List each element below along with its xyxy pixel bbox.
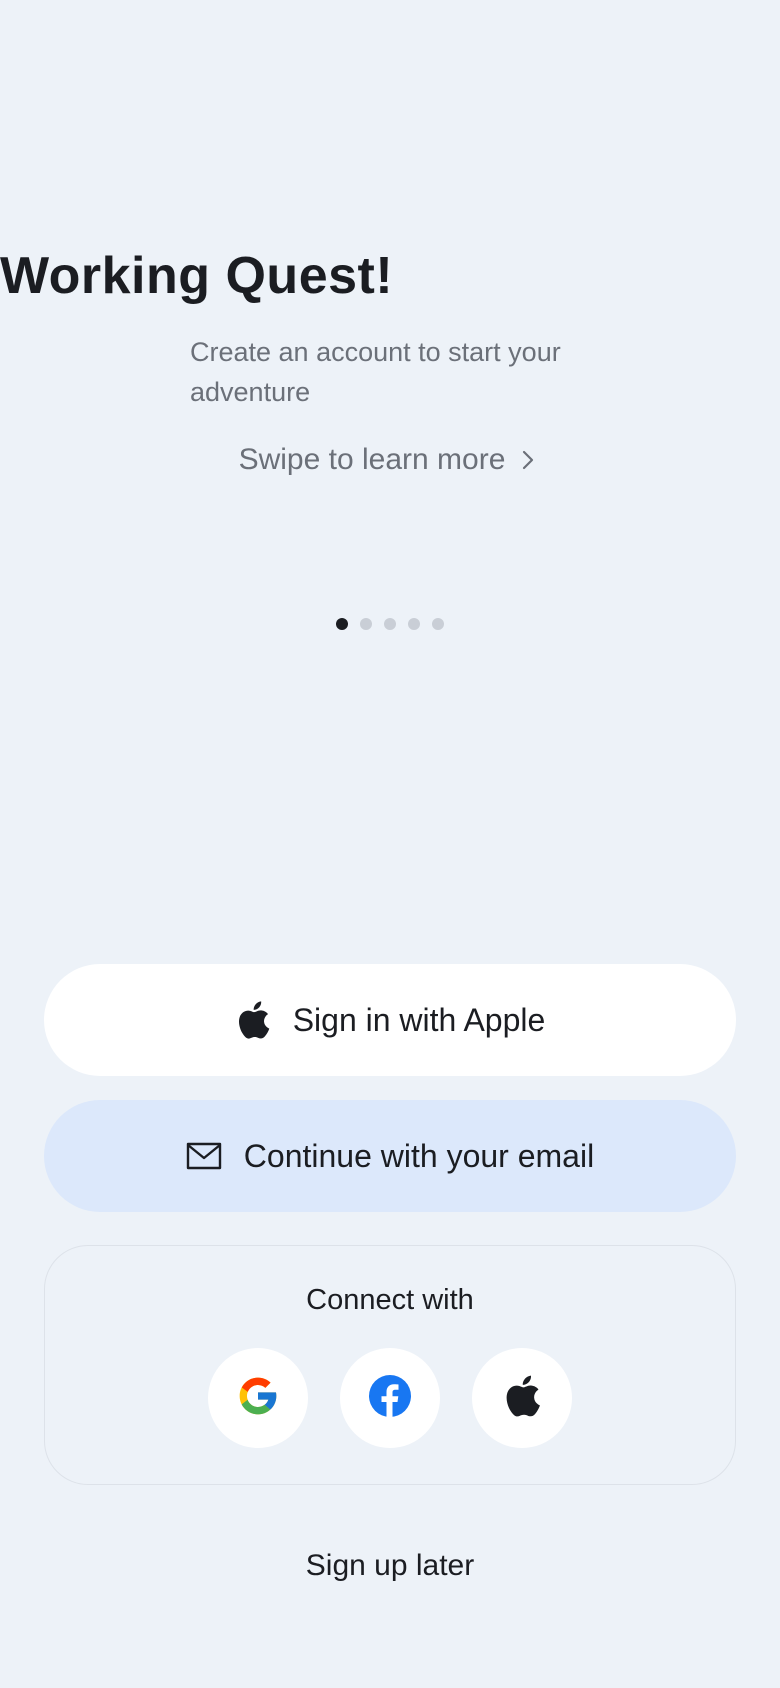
facebook-icon [368, 1374, 412, 1423]
connect-with-panel: Connect with [44, 1245, 736, 1485]
page-dot-4[interactable] [408, 618, 420, 630]
google-icon [236, 1374, 280, 1423]
swipe-hint-label: Swipe to learn more [238, 443, 506, 476]
connect-with-label: Connect with [306, 1284, 474, 1316]
continue-with-email-button[interactable]: Continue with your email [44, 1100, 736, 1212]
page-indicator [0, 618, 780, 630]
apple-icon [235, 1000, 271, 1040]
social-providers [45, 1348, 735, 1448]
page-dot-3[interactable] [384, 618, 396, 630]
envelope-icon [186, 1142, 222, 1170]
page-subtitle: Create an account to start your adventur… [190, 337, 561, 407]
apple-icon [502, 1374, 542, 1423]
sign-in-with-apple-button[interactable]: Sign in with Apple [44, 964, 736, 1076]
page-title: Working Quest! [0, 247, 394, 305]
page-dot-2[interactable] [360, 618, 372, 630]
page-dot-1[interactable] [336, 618, 348, 630]
continue-with-email-label: Continue with your email [243, 1137, 595, 1174]
chevron-right-icon [521, 440, 541, 480]
google-button[interactable] [208, 1348, 308, 1448]
swipe-hint[interactable]: Swipe to learn more [0, 440, 780, 480]
sign-in-with-apple-label: Sign in with Apple [292, 1001, 546, 1038]
page-dot-5[interactable] [432, 618, 444, 630]
facebook-button[interactable] [340, 1348, 440, 1448]
sign-up-later-link[interactable]: Sign up later [0, 1546, 780, 1586]
apple-social-button[interactable] [472, 1348, 572, 1448]
